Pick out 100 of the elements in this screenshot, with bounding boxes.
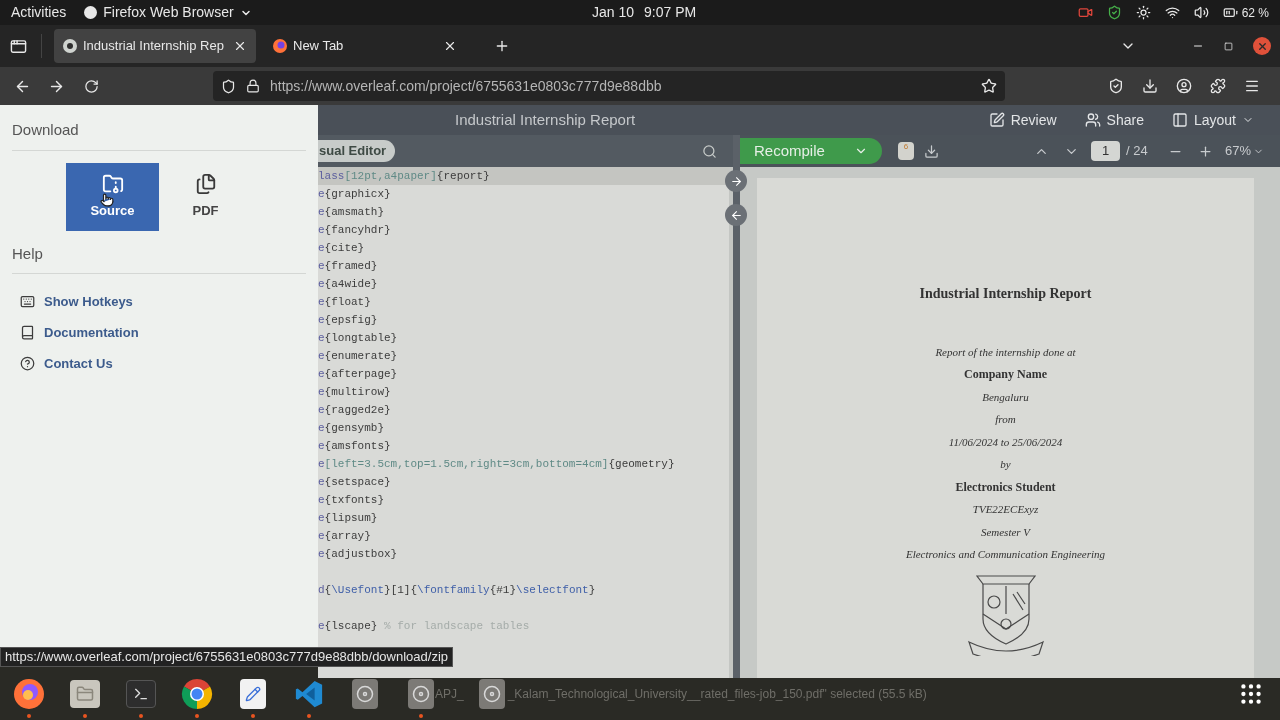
document-line: Electronics Student: [955, 478, 1056, 496]
code-line: e{graphicx}: [318, 187, 392, 202]
chrome-browser-icon: [181, 677, 213, 710]
code-line: e{longtable}: [318, 331, 399, 346]
code-line: e{gensymb}: [318, 421, 386, 436]
document-line: Electronics and Communication Engineering: [905, 547, 1106, 562]
code-line: e{enumerate}: [318, 349, 399, 364]
keyboard-icon: [20, 294, 35, 309]
document-line: Company Name: [964, 366, 1047, 383]
text-editor-icon: [240, 678, 266, 709]
wifi-icon: [1164, 5, 1180, 20]
hand-cursor-icon: [100, 192, 114, 207]
help-link[interactable]: Show Hotkeys: [20, 292, 306, 311]
code-line: e{amsfonts}: [318, 439, 392, 454]
address-bar[interactable]: https://www.overleaf.com/project/6755631e0803c777d9e88dbb: [213, 71, 1005, 101]
project-title: Industrial Internship Report: [455, 109, 636, 130]
help-link[interactable]: Contact Us: [20, 354, 306, 373]
extensions-icon[interactable]: [1210, 78, 1226, 94]
tab-title: New Tab: [293, 37, 344, 56]
lock-icon: [246, 79, 260, 93]
volume-icon: [1193, 5, 1209, 20]
menu-icon[interactable]: [1244, 78, 1260, 94]
page-count: / 24: [1126, 142, 1148, 161]
toolbar-button[interactable]: Layout: [1163, 105, 1262, 135]
battery-icon: [1222, 5, 1238, 20]
clock[interactable]: Jan 10 9:07 PM: [592, 2, 697, 23]
layout-icon: [1171, 112, 1188, 128]
document-line: Bengaluru: [982, 389, 1029, 405]
browser-tab[interactable]: New Tab: [264, 29, 466, 63]
close-icon[interactable]: [233, 39, 247, 53]
shield-icon: [221, 78, 236, 94]
code-line: e{multirow}: [318, 385, 392, 400]
code-line: e{float}: [318, 295, 372, 310]
code-line: e{setspace}: [318, 475, 392, 490]
zoom-in-icon[interactable]: [1197, 143, 1213, 159]
document-line: Report of the internship done at: [935, 344, 1076, 360]
visual-editor-toggle[interactable]: sual Editor: [318, 140, 396, 162]
star-icon[interactable]: [981, 78, 997, 94]
arrow-left-icon: [729, 208, 743, 222]
code-editor-icon: [294, 678, 324, 709]
code-line: e{txfonts}: [318, 493, 386, 508]
arrow-right-icon: [729, 174, 743, 188]
download-tile[interactable]: Source: [66, 162, 159, 231]
terminal-icon: [126, 679, 156, 708]
download-tile[interactable]: PDF: [159, 162, 252, 231]
code-line: e{cite}: [318, 241, 366, 256]
activities-button[interactable]: Activities: [11, 2, 67, 23]
code-line: e{amsmath}: [318, 205, 386, 220]
menu-heading: Help: [12, 242, 306, 274]
document-line: Industrial Internship Report: [919, 285, 1092, 303]
menu-heading: Download: [12, 119, 306, 151]
document-line: TVE22ECExyz: [972, 502, 1039, 517]
link-status-tooltip: https://www.overleaf.com/project/6755631e0803c777d9e88dbb/download/zip: [0, 647, 454, 667]
browser-tab[interactable]: Industrial Internship Rep: [54, 29, 256, 63]
document-line: Semester V: [980, 524, 1031, 540]
people-icon: [1084, 112, 1101, 128]
code-line: e{lipsum}: [318, 511, 379, 526]
code-line: e{ragged2e}: [318, 403, 392, 418]
close-window-button[interactable]: [1253, 37, 1271, 55]
code-line: e{a4wide}: [318, 277, 379, 292]
account-icon[interactable]: [1176, 78, 1192, 94]
zip-folder-icon: [101, 172, 124, 195]
zoom-dropdown[interactable]: 67%: [1224, 141, 1264, 161]
close-icon: [1256, 40, 1268, 52]
app-menu[interactable]: Firefox Web Browser: [84, 2, 252, 23]
code-line: e{afterpage}: [318, 367, 399, 382]
tab-list-icon[interactable]: [10, 37, 27, 55]
code-line: e{adjustbox}: [318, 547, 399, 562]
shield-icon: [1106, 5, 1122, 20]
download-notice-text: APJ_: [435, 685, 464, 703]
close-icon[interactable]: [443, 39, 457, 53]
code-line: e{framed}: [318, 259, 379, 274]
code-line: e{epsfig}: [318, 313, 379, 328]
new-tab-icon[interactable]: [494, 38, 510, 54]
search-icon[interactable]: [702, 143, 717, 159]
code-line: d{\Usefont}[1]{\fontfamily{#1}\selectfont}: [318, 583, 597, 598]
pen-square-icon: [988, 112, 1005, 128]
document-line: by: [1000, 457, 1011, 472]
help-link[interactable]: Documentation: [20, 323, 306, 342]
battery-level: 62 %: [1241, 4, 1269, 22]
maximize-icon[interactable]: [1224, 41, 1233, 51]
url-text: https://www.overleaf.com/project/6755631e0803c777d9e88dbb: [270, 76, 662, 96]
download-pdf-icon[interactable]: [924, 143, 939, 159]
brightness-icon: [1135, 5, 1151, 20]
document-line: 11/06/2024 to 25/06/2024: [948, 434, 1063, 450]
code-line: e[left=3.5cm,top=1.5cm,right=3cm,bottom=4cm]{geometry}: [318, 457, 676, 472]
reload-icon[interactable]: [84, 78, 99, 94]
tab-title: Industrial Internship Rep: [83, 37, 224, 56]
help-icon: [20, 356, 35, 371]
download-icon[interactable]: [1142, 78, 1158, 94]
toolbar-button[interactable]: Share: [1076, 105, 1152, 135]
book-icon: [20, 325, 35, 340]
toolbar-button[interactable]: Review: [980, 105, 1065, 135]
code-line: e{fancyhdr}: [318, 223, 392, 238]
folder-icon: [70, 679, 100, 708]
page-number-field[interactable]: 1: [1091, 141, 1120, 161]
document-stack-icon: [194, 172, 217, 195]
camera-icon: [1077, 5, 1093, 20]
code-line: e{array}: [318, 529, 372, 544]
document-line: from: [995, 412, 1016, 427]
